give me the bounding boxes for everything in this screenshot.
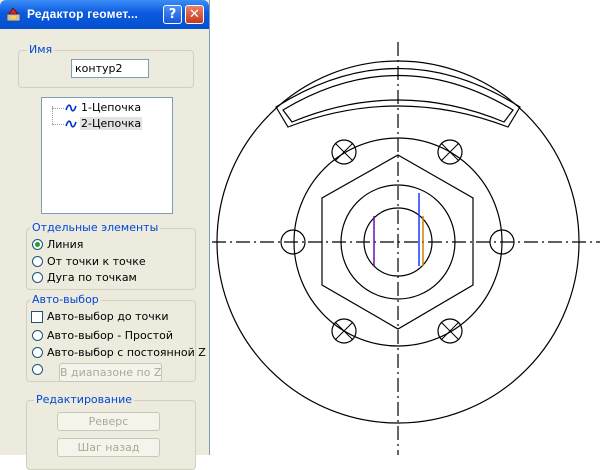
elements-group-legend: Отдельные элементы [30, 221, 161, 234]
edit-group-legend: Редактирование [34, 393, 134, 406]
step-back-button[interactable]: Шаг назад [57, 438, 160, 457]
tree-item-chain-1[interactable]: 1-Цепочка [42, 101, 172, 115]
auto-constant-z-radio-label[interactable]: Авто-выбор с постоянной Z [47, 346, 206, 359]
arc-by-points-radio[interactable] [32, 272, 43, 283]
center-lines [212, 42, 600, 455]
app-icon [6, 7, 21, 22]
tree-item-label: 2-Цепочка [80, 117, 143, 130]
geometry-editor-panel: Редактор геомет... ? ✕ Имя 1-Цепочка 2-Ц… [0, 0, 210, 470]
tree-item-chain-2[interactable]: 2-Цепочка [42, 117, 172, 131]
name-group-legend: Имя [27, 43, 55, 56]
range-z-button[interactable]: В диапазоне по Z [59, 363, 162, 382]
auto-constant-z-radio[interactable] [32, 347, 43, 358]
reverse-button[interactable]: Реверс [57, 412, 160, 431]
point-to-point-radio[interactable] [32, 256, 43, 267]
line-radio[interactable] [32, 239, 43, 250]
title-bar[interactable]: Редактор геомет... ? ✕ [0, 0, 209, 29]
help-button[interactable]: ? [163, 5, 182, 24]
auto-to-point-checkbox[interactable] [31, 311, 43, 323]
radio-selected-dot [35, 242, 40, 247]
edit-group: Редактирование [26, 393, 196, 470]
name-input[interactable] [71, 59, 149, 78]
point-to-point-radio-label[interactable]: От точки к точке [47, 255, 146, 268]
auto-simple-radio-label[interactable]: Авто-выбор - Простой [47, 329, 173, 342]
auto-select-group-legend: Авто-выбор [30, 293, 101, 306]
range-z-radio[interactable] [32, 364, 43, 375]
close-button[interactable]: ✕ [185, 5, 204, 24]
chain-icon [65, 104, 77, 112]
chain-icon [65, 120, 77, 128]
chain-tree[interactable]: 1-Цепочка 2-Цепочка [41, 97, 173, 214]
window-title: Редактор геомет... [27, 7, 139, 21]
line-radio-label[interactable]: Линия [47, 238, 83, 251]
drawing-canvas[interactable] [210, 0, 601, 455]
auto-to-point-label[interactable]: Авто-выбор до точки [47, 310, 169, 323]
arc-by-points-radio-label[interactable]: Дуга по точкам [47, 271, 137, 284]
auto-simple-radio[interactable] [32, 330, 43, 341]
tree-item-label: 1-Цепочка [81, 101, 142, 114]
